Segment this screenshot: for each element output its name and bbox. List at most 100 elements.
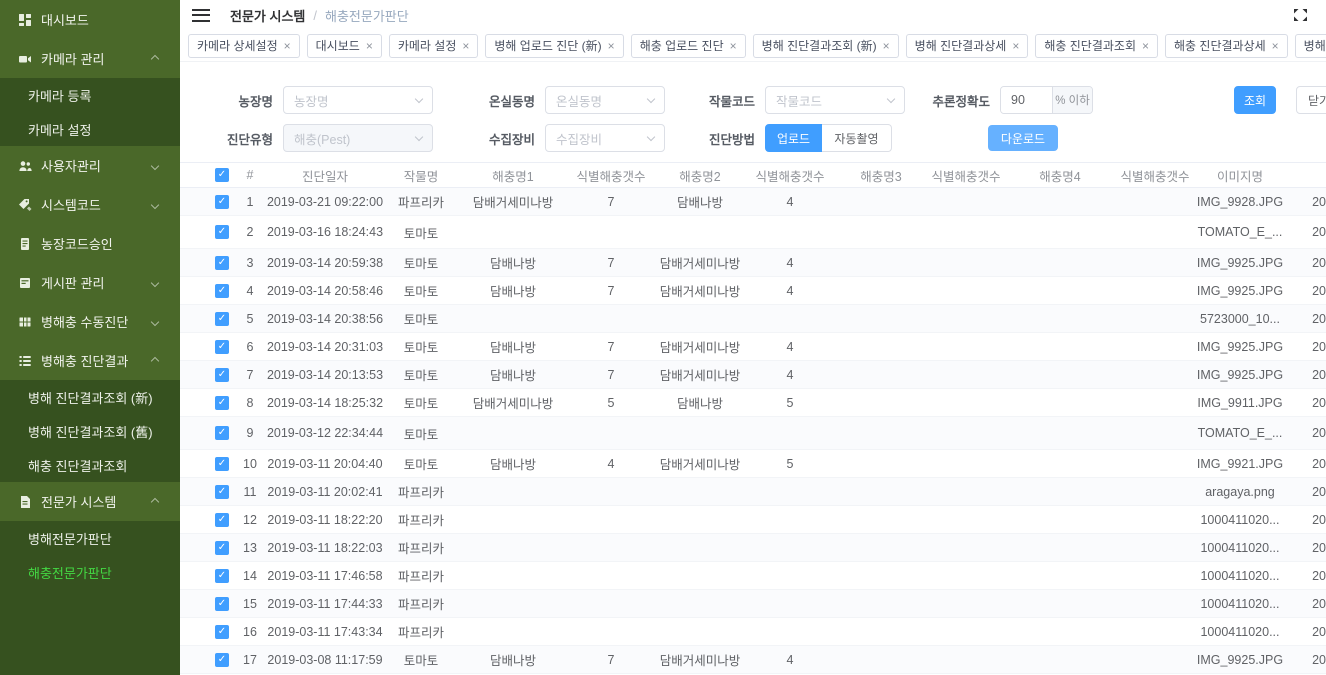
cell-crop-name: 토마토 — [386, 365, 456, 384]
column-header: 해충명2 — [652, 166, 748, 185]
accuracy-input[interactable] — [1001, 87, 1052, 113]
sidebar-item-label: 사용자관리 — [41, 156, 101, 175]
download-button[interactable]: 다운로드 — [988, 125, 1058, 151]
column-header: 작물명 — [386, 166, 456, 185]
row-checkbox[interactable] — [215, 256, 229, 270]
tab-close-icon[interactable] — [366, 40, 373, 52]
row-checkbox[interactable] — [215, 426, 229, 440]
table-row: 11 2019-03-11 20:02:41 파프리카 aragaya.png … — [180, 478, 1326, 506]
cell-reg-date-clipped: 2019 — [1288, 340, 1326, 354]
cell-crop-name: 토마토 — [386, 393, 456, 412]
row-checkbox[interactable] — [215, 195, 229, 209]
sidebar-item-pest-expert[interactable]: 해충전문가판단 — [0, 555, 180, 589]
row-checkbox[interactable] — [215, 368, 229, 382]
row-checkbox[interactable] — [215, 225, 229, 239]
cell-reg-date-clipped: 2019 — [1288, 485, 1326, 499]
tab[interactable]: 병해 업로드 진단 (新) — [485, 34, 623, 58]
cell-reg-date-clipped: 2019 — [1288, 195, 1326, 209]
diagnosis-type-select[interactable]: 해충(Pest) — [283, 124, 433, 152]
cell-diagnosis-date: 2019-03-11 20:04:40 — [264, 457, 386, 471]
farm-name-select[interactable]: 농장명 — [283, 86, 433, 114]
close-button[interactable]: 닫기 — [1296, 86, 1326, 114]
sidebar-item-camera-settings[interactable]: 카메라 설정 — [0, 112, 180, 146]
row-checkbox[interactable] — [215, 625, 229, 639]
tab-close-icon[interactable] — [608, 40, 615, 52]
sidebar-item-user-management[interactable]: 사용자관리 — [0, 146, 180, 185]
table-header-row: # 진단일자 작물명 해충명1 식별해충갯수 해충명2 식별해충갯수 해충명3 … — [180, 162, 1326, 188]
tab[interactable]: 대시보드 — [307, 34, 382, 58]
device-select[interactable]: 수집장비 — [545, 124, 665, 152]
cell-diagnosis-date: 2019-03-14 20:31:03 — [264, 340, 386, 354]
method-upload-button[interactable]: 업로드 — [765, 124, 822, 152]
row-checkbox[interactable] — [215, 569, 229, 583]
row-checkbox[interactable] — [215, 541, 229, 555]
crop-code-select[interactable]: 작물코드 — [765, 86, 905, 114]
sidebar-item-farm-code-approval[interactable]: 농장코드승인 — [0, 224, 180, 263]
sidebar-item-camera-register[interactable]: 카메라 등록 — [0, 78, 180, 112]
sidebar-item-disease-expert[interactable]: 병해전문가판단 — [0, 521, 180, 555]
sidebar-item-expert-system[interactable]: 전문가 시스템 — [0, 482, 180, 521]
tab[interactable]: 병해 진단결과상세 — [906, 34, 1029, 58]
tab[interactable]: 해충 진단결과상세 — [1165, 34, 1288, 58]
tab-close-icon[interactable] — [730, 40, 737, 52]
row-checkbox[interactable] — [215, 312, 229, 326]
sidebar-item-disease-results-old[interactable]: 병해 진단결과조회 (舊) — [0, 414, 180, 448]
column-header: 해충명4 — [1002, 166, 1118, 185]
breadcrumb-parent[interactable]: 전문가 시스템 — [230, 6, 305, 25]
tab-close-icon[interactable] — [1012, 40, 1019, 52]
method-autocapture-button[interactable]: 자동촬영 — [822, 124, 892, 152]
tab[interactable]: 병해전문가판단 — [1295, 34, 1326, 58]
sidebar-item-manual-diagnosis[interactable]: 병해충 수동진단 — [0, 302, 180, 341]
tab-close-icon[interactable] — [462, 40, 469, 52]
fullscreen-icon[interactable] — [1293, 8, 1308, 22]
crop-code-label: 작물코드 — [685, 91, 755, 110]
sidebar-item-diagnosis-results[interactable]: 병해충 진단결과 — [0, 341, 180, 380]
sidebar-item-pest-results[interactable]: 해충 진단결과조회 — [0, 448, 180, 482]
row-checkbox[interactable] — [215, 284, 229, 298]
tab[interactable]: 해충 업로드 진단 — [631, 34, 746, 58]
sidebar-item-disease-results-new[interactable]: 병해 진단결과조회 (新) — [0, 380, 180, 414]
cell-row-number: 2 — [236, 225, 264, 239]
farm-name-label: 농장명 — [203, 91, 273, 110]
search-button[interactable]: 조회 — [1234, 86, 1276, 114]
row-checkbox[interactable] — [215, 653, 229, 667]
cell-row-number: 1 — [236, 195, 264, 209]
row-checkbox[interactable] — [215, 457, 229, 471]
chevron-down-icon — [415, 94, 423, 102]
cell-diagnosis-date: 2019-03-14 20:59:38 — [264, 256, 386, 270]
tag-icon — [18, 198, 32, 212]
chevron-up-icon — [151, 356, 159, 364]
row-checkbox[interactable] — [215, 396, 229, 410]
select-all-checkbox[interactable] — [215, 168, 229, 182]
sidebar-item-board-management[interactable]: 게시판 관리 — [0, 263, 180, 302]
cell-crop-name: 토마토 — [386, 253, 456, 272]
tab-close-icon[interactable] — [284, 40, 291, 52]
cell-row-number: 15 — [236, 597, 264, 611]
sidebar-item-system-code[interactable]: 시스템코드 — [0, 185, 180, 224]
cell-image-name: 1000411020... — [1192, 513, 1288, 527]
sidebar-item-camera-management[interactable]: 카메라 관리 — [0, 39, 180, 78]
row-checkbox[interactable] — [215, 485, 229, 499]
tab-label: 병해 진단결과상세 — [915, 37, 1007, 54]
device-label: 수집장비 — [465, 129, 535, 148]
sidebar-item-dashboard[interactable]: 대시보드 — [0, 0, 180, 39]
cell-row-number: 14 — [236, 569, 264, 583]
hamburger-menu-icon[interactable] — [192, 9, 210, 22]
tab-label: 병해 업로드 진단 (新) — [494, 37, 601, 54]
greenhouse-select[interactable]: 온실동명 — [545, 86, 665, 114]
cell-pest1: 담배나방 — [456, 253, 570, 272]
tab[interactable]: 카메라 상세설정 — [188, 34, 300, 58]
sidebar-item-label: 농장코드승인 — [41, 234, 113, 253]
row-checkbox[interactable] — [215, 513, 229, 527]
tab-close-icon[interactable] — [1142, 40, 1149, 52]
tab[interactable]: 병해 진단결과조회 (新) — [753, 34, 899, 58]
row-checkbox[interactable] — [215, 597, 229, 611]
table-row: 13 2019-03-11 18:22:03 파프리카 1000411020..… — [180, 534, 1326, 562]
tab-close-icon[interactable] — [1272, 40, 1279, 52]
accuracy-input-group: % 이하 — [1000, 86, 1093, 114]
cell-image-name: 1000411020... — [1192, 569, 1288, 583]
tab-close-icon[interactable] — [883, 40, 890, 52]
tab[interactable]: 해충 진단결과조회 — [1035, 34, 1158, 58]
tab[interactable]: 카메라 설정 — [389, 34, 479, 58]
row-checkbox[interactable] — [215, 340, 229, 354]
